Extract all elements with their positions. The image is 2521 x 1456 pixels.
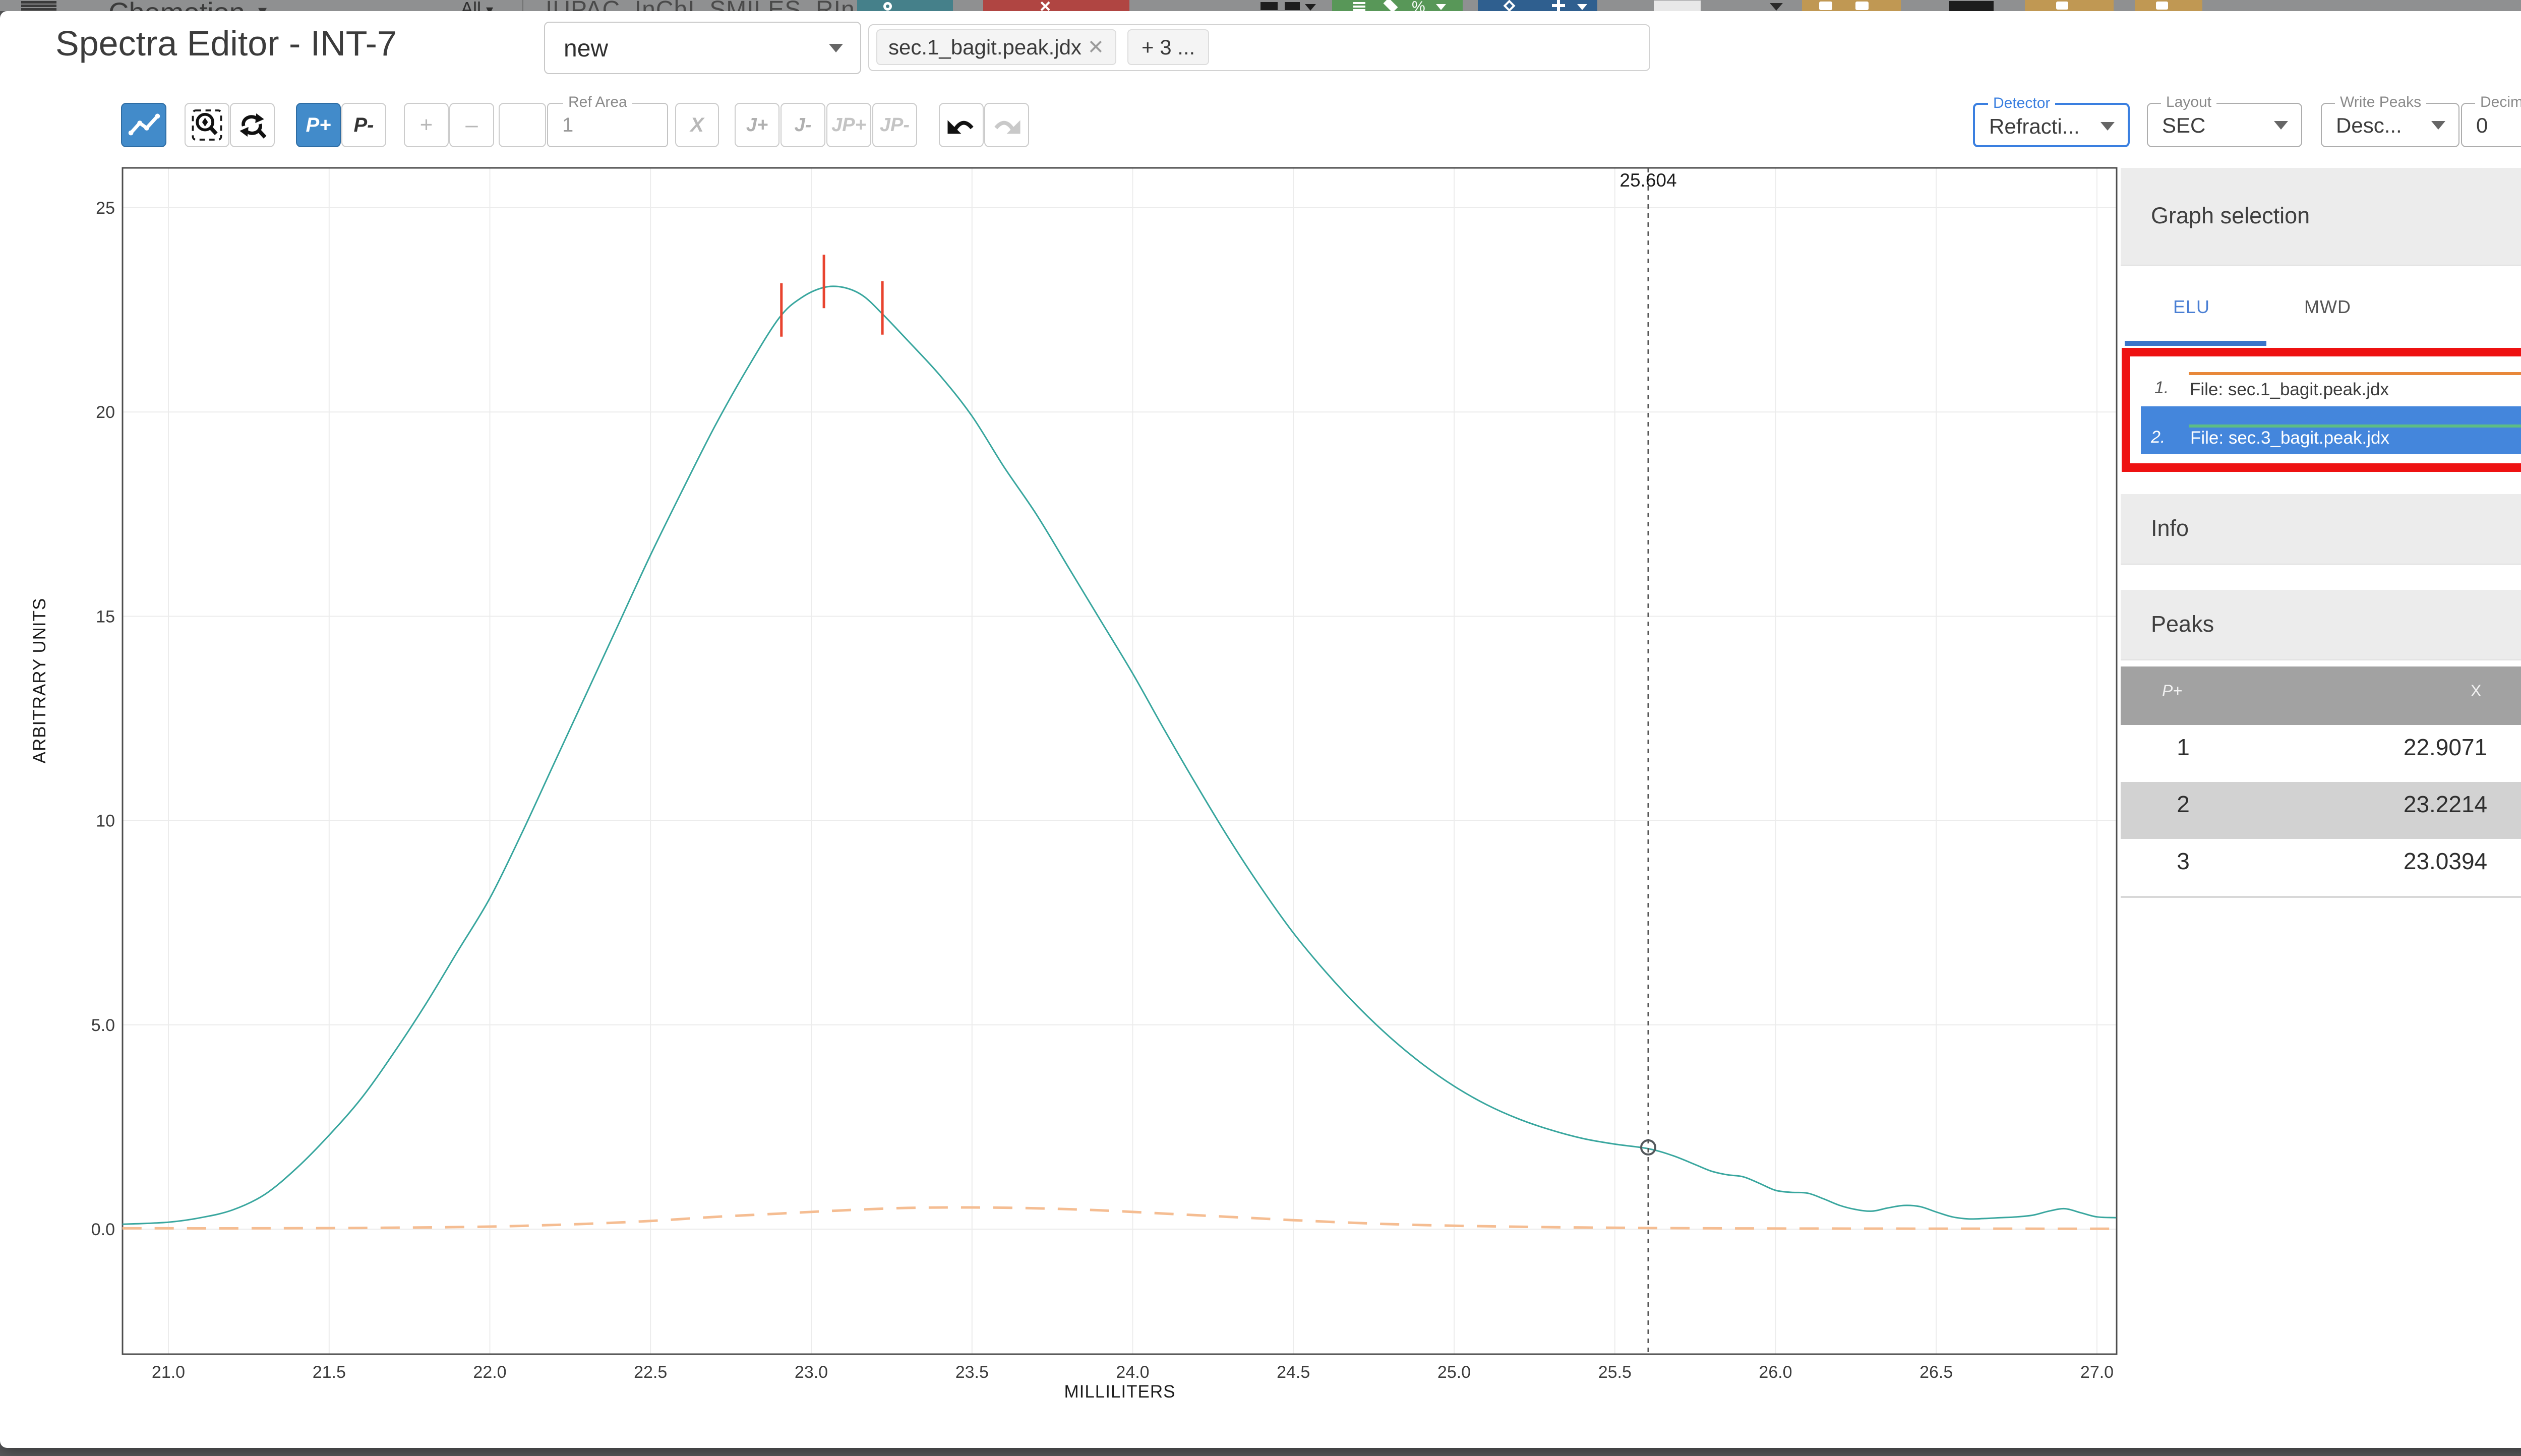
svg-text:MILLILITERS: MILLILITERS: [1064, 1382, 1175, 1402]
svg-text:22.5: 22.5: [634, 1363, 667, 1382]
svg-text:21.0: 21.0: [152, 1363, 185, 1382]
svg-text:0.0: 0.0: [91, 1220, 115, 1239]
svg-text:26.5: 26.5: [1919, 1363, 1953, 1382]
svg-text:26.0: 26.0: [1759, 1363, 1792, 1382]
svg-text:27.0: 27.0: [2080, 1363, 2114, 1382]
svg-text:24.0: 24.0: [1116, 1363, 1149, 1382]
svg-text:22.0: 22.0: [473, 1363, 506, 1382]
svg-text:23.0: 23.0: [795, 1363, 828, 1382]
svg-text:5.0: 5.0: [91, 1016, 115, 1035]
svg-text:23.5: 23.5: [955, 1363, 989, 1382]
svg-text:25.5: 25.5: [1598, 1363, 1632, 1382]
svg-text:25.0: 25.0: [1437, 1363, 1471, 1382]
svg-text:21.5: 21.5: [313, 1363, 346, 1382]
svg-text:24.5: 24.5: [1277, 1363, 1310, 1382]
